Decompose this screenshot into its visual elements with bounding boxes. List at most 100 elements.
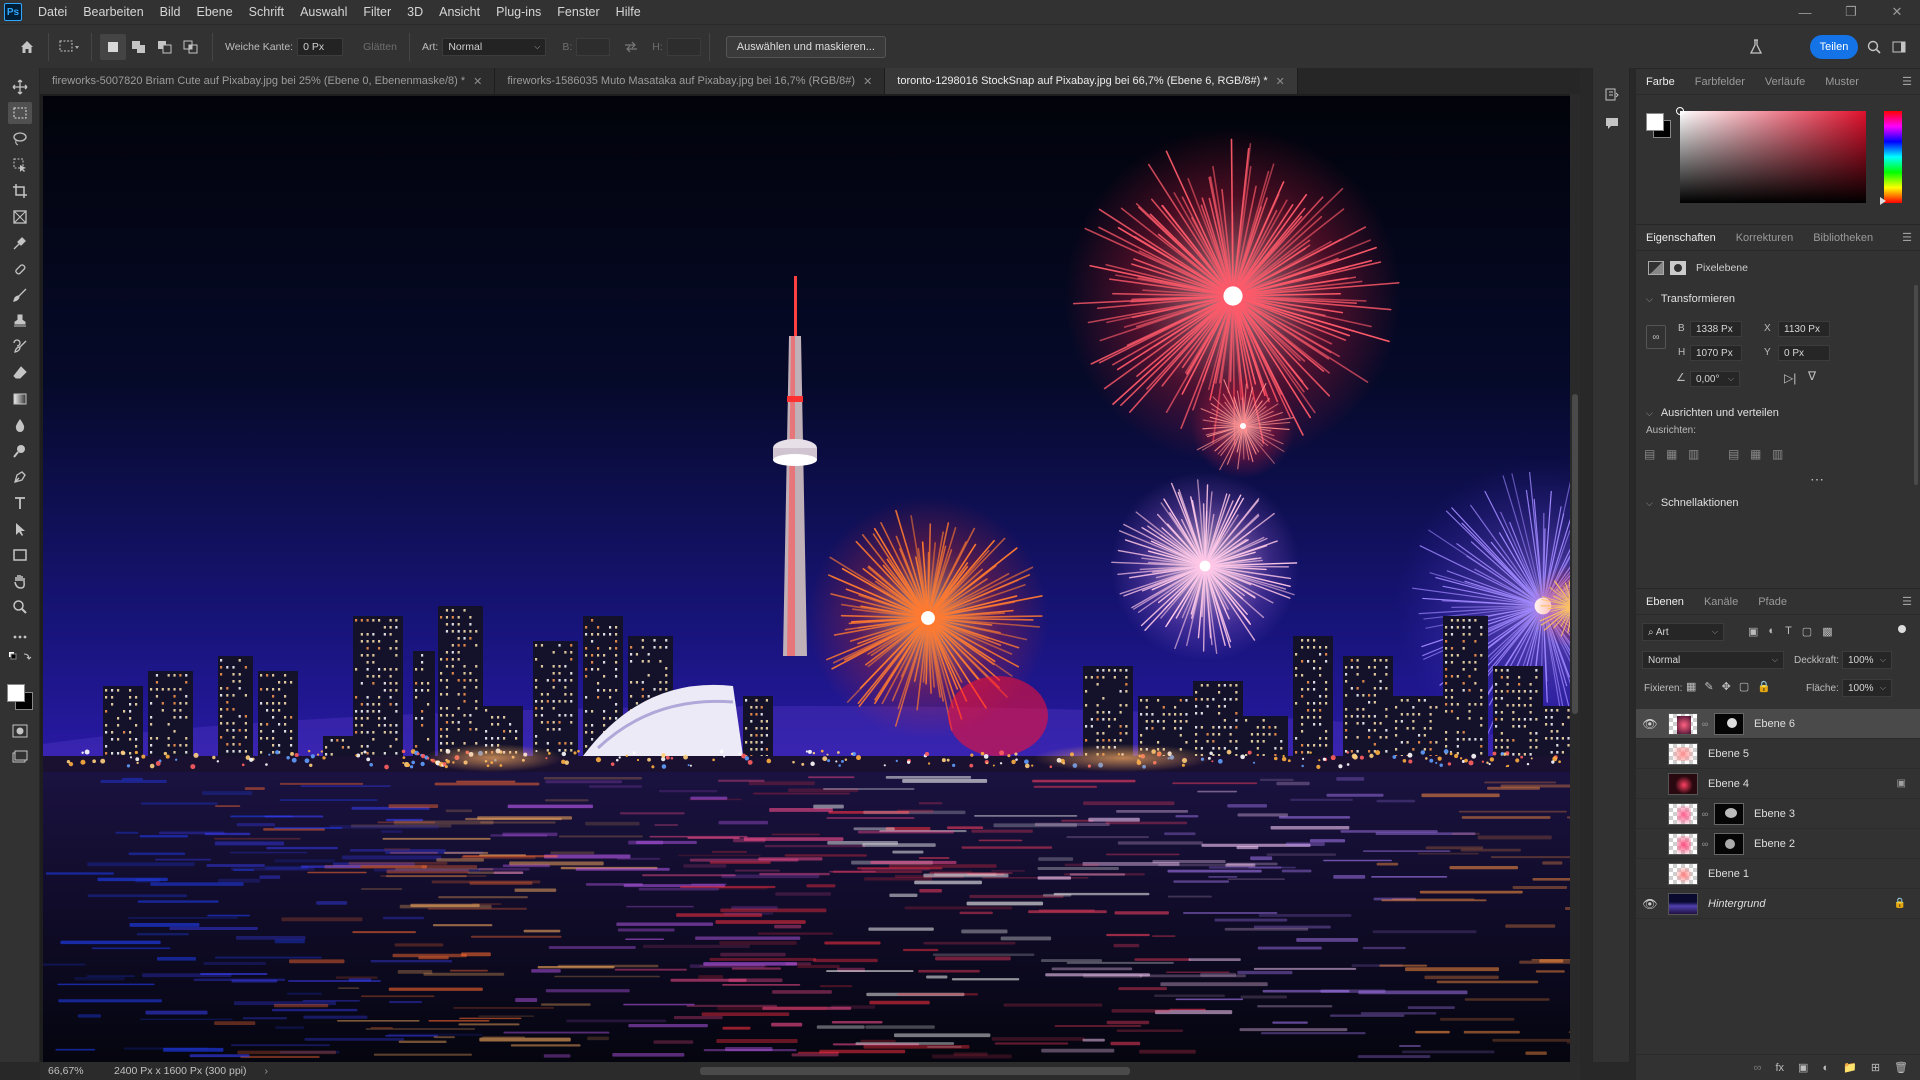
history-panel-icon[interactable] [1600, 84, 1624, 106]
menu-plugins[interactable]: Plug-ins [488, 0, 549, 24]
marquee-preset-icon[interactable] [57, 34, 83, 60]
panel-menu-icon[interactable]: ☰ [1902, 595, 1912, 608]
layer-name[interactable]: Ebene 4 [1708, 778, 1749, 790]
filter-type-icon[interactable]: T [1785, 625, 1792, 638]
link-dimensions-icon[interactable]: ∞ [1646, 325, 1666, 349]
layer-row-ebene-6[interactable]: 👁 ∞ Ebene 6 [1636, 709, 1920, 739]
new-selection-icon[interactable] [100, 33, 126, 60]
quick-actions-header[interactable]: ⌵ Schnellaktionen [1646, 497, 1739, 509]
search-icon[interactable] [1862, 35, 1886, 59]
eyedropper-tool-icon[interactable] [8, 232, 32, 254]
transform-section-header[interactable]: ⌵ Transformieren [1646, 293, 1735, 305]
foreground-color-swatch[interactable] [7, 684, 25, 702]
layer-row-ebene-4[interactable]: Ebene 4 ▣ [1636, 769, 1920, 799]
fill-input[interactable]: 100% ⌵ [1842, 679, 1892, 697]
home-icon[interactable] [14, 34, 40, 60]
healing-brush-tool-icon[interactable] [8, 258, 32, 280]
style-select[interactable]: Normal ⌵ [442, 37, 547, 56]
restore-icon[interactable]: ❐ [1828, 0, 1874, 24]
panel-menu-icon[interactable]: ☰ [1902, 231, 1912, 244]
workspace-icon[interactable] [1888, 35, 1912, 59]
feather-input[interactable]: 0 Px [297, 37, 344, 56]
layer-mask-thumbnail[interactable] [1714, 712, 1744, 735]
object-selection-tool-icon[interactable] [8, 154, 32, 176]
menu-ansicht[interactable]: Ansicht [431, 0, 488, 24]
swap-dimensions-icon[interactable] [618, 34, 644, 60]
tab-farbe[interactable]: Farbe [1636, 69, 1685, 95]
lock-position-icon[interactable]: ✥ [1722, 680, 1731, 693]
tab-farbfelder[interactable]: Farbfelder [1685, 69, 1755, 95]
menu-bild[interactable]: Bild [152, 0, 189, 24]
filter-pixel-icon[interactable]: ▣ [1748, 625, 1758, 638]
menu-auswahl[interactable]: Auswahl [292, 0, 355, 24]
link-icon[interactable]: ∞ [1700, 839, 1710, 849]
layer-row-ebene-1[interactable]: Ebene 1 [1636, 859, 1920, 889]
blend-mode-select[interactable]: Normal ⌵ [1642, 651, 1784, 669]
move-tool-icon[interactable] [8, 76, 32, 98]
tab-ebenen[interactable]: Ebenen [1636, 589, 1694, 615]
new-layer-icon[interactable]: ⊞ [1871, 1061, 1880, 1074]
panel-menu-icon[interactable]: ☰ [1902, 75, 1912, 88]
height-input[interactable]: 1070 Px [1690, 345, 1742, 361]
menu-3d[interactable]: 3D [399, 0, 431, 24]
tab-bibliotheken[interactable]: Bibliotheken [1803, 225, 1883, 251]
path-selection-tool-icon[interactable] [8, 518, 32, 540]
default-colors-icon[interactable] [8, 650, 32, 664]
new-group-icon[interactable]: 📁 [1843, 1061, 1857, 1074]
zoom-level[interactable]: 66,67% [48, 1065, 104, 1077]
tab-kanaele[interactable]: Kanäle [1694, 589, 1748, 615]
y-input[interactable]: 0 Px [1778, 345, 1830, 361]
tab-document-2[interactable]: fireworks-1586035 Muto Masataka auf Pixa… [495, 68, 886, 94]
rectangle-tool-icon[interactable] [8, 544, 32, 566]
screen-mode-icon[interactable] [8, 746, 32, 768]
share-button[interactable]: Teilen [1810, 35, 1858, 59]
lock-all-icon[interactable]: 🔒 [1757, 680, 1771, 693]
layer-row-ebene-2[interactable]: ∞ Ebene 2 [1636, 829, 1920, 859]
delete-layer-icon[interactable]: 🗑 [1894, 1061, 1908, 1074]
filter-smart-object-icon[interactable]: ▩ [1822, 625, 1832, 638]
frame-tool-icon[interactable] [8, 206, 32, 228]
clone-stamp-tool-icon[interactable] [8, 310, 32, 332]
blur-tool-icon[interactable] [8, 414, 32, 436]
crop-tool-icon[interactable] [8, 180, 32, 202]
menu-fenster[interactable]: Fenster [549, 0, 607, 24]
brush-tool-icon[interactable] [8, 284, 32, 306]
add-mask-icon[interactable]: ▣ [1798, 1061, 1808, 1074]
canvas-area[interactable] [40, 94, 1580, 1062]
layer-name[interactable]: Ebene 6 [1754, 718, 1795, 730]
layer-mask-thumbnail[interactable] [1714, 832, 1744, 855]
layer-name[interactable]: Ebene 5 [1708, 748, 1749, 760]
close-icon[interactable]: ✕ [1276, 75, 1285, 88]
menu-bearbeiten[interactable]: Bearbeiten [75, 0, 151, 24]
eye-icon[interactable]: 👁 [1636, 717, 1664, 731]
pen-tool-icon[interactable] [8, 466, 32, 488]
adjustment-layer-icon[interactable]: ◐ [1822, 1062, 1829, 1074]
link-layers-icon[interactable]: ∞ [1754, 1062, 1762, 1074]
align-top-icon[interactable]: ▤ [1728, 447, 1750, 461]
menu-hilfe[interactable]: Hilfe [608, 0, 649, 24]
vertical-scrollbar[interactable] [1570, 94, 1580, 1062]
zoom-tool-icon[interactable] [8, 596, 32, 618]
dodge-tool-icon[interactable] [8, 440, 32, 462]
flip-vertical-icon[interactable]: ∇ [1808, 369, 1816, 383]
layer-name[interactable]: Ebene 2 [1754, 838, 1795, 850]
more-tools-icon[interactable] [8, 626, 32, 648]
flask-icon[interactable] [1744, 35, 1768, 59]
panel-scrollbar[interactable] [1914, 285, 1918, 485]
document-canvas[interactable] [43, 96, 1575, 1062]
smooth-checkbox-label[interactable]: Glätten [363, 41, 397, 53]
tab-document-3[interactable]: toronto-1298016 StockSnap auf Pixabay.jp… [885, 68, 1298, 94]
quick-mask-icon[interactable] [8, 720, 32, 742]
rectangular-marquee-tool-icon[interactable] [8, 102, 32, 124]
lock-transparent-pixels-icon[interactable]: ▦ [1686, 680, 1696, 693]
lock-icon[interactable]: 🔒 [1894, 898, 1906, 909]
menu-schrift[interactable]: Schrift [241, 0, 292, 24]
select-and-mask-button[interactable]: Auswählen und maskieren... [725, 35, 886, 58]
lock-artboard-icon[interactable]: ▢ [1739, 680, 1749, 693]
layer-name[interactable]: Ebene 3 [1754, 808, 1795, 820]
x-input[interactable]: 1130 Px [1778, 321, 1830, 337]
close-icon[interactable]: ✕ [863, 75, 872, 88]
more-options-icon[interactable]: ⋯ [1810, 471, 1825, 488]
filter-shape-icon[interactable]: ▢ [1802, 625, 1812, 638]
chevron-right-icon[interactable]: › [265, 1065, 269, 1077]
